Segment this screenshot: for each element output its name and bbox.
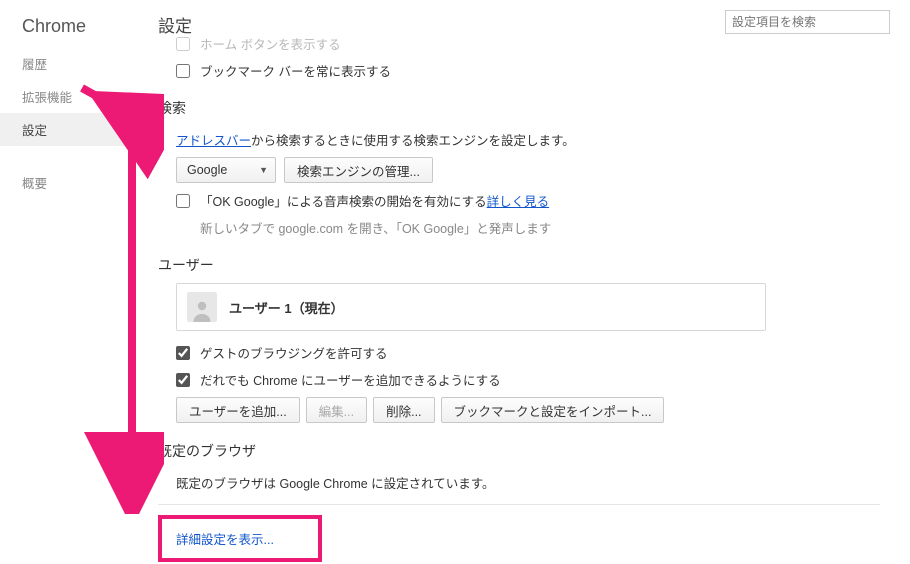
allow-guest-checkbox[interactable] — [176, 346, 190, 360]
allow-add-user-checkbox[interactable] — [176, 373, 190, 387]
show-home-button-label: ホーム ボタンを表示する — [200, 34, 341, 53]
app-name: Chrome — [0, 10, 150, 47]
sidebar-item-history[interactable]: 履歴 — [0, 47, 150, 80]
sidebar: Chrome 履歴 拡張機能 設定 概要 — [0, 0, 150, 199]
users-heading: ユーザー — [158, 241, 880, 283]
add-user-button[interactable]: ユーザーを追加... — [176, 397, 300, 423]
search-description: から検索するときに使用する検索エンジンを設定します。 — [251, 130, 575, 149]
search-engine-select[interactable]: Google — [176, 157, 276, 183]
sidebar-item-about[interactable]: 概要 — [0, 166, 150, 199]
sidebar-item-settings[interactable]: 設定 — [0, 113, 150, 146]
manage-search-engines-button[interactable]: 検索エンジンの管理... — [284, 157, 433, 183]
show-bookmarks-bar-label: ブックマーク バーを常に表示する — [200, 61, 391, 80]
sidebar-item-extensions[interactable]: 拡張機能 — [0, 80, 150, 113]
show-bookmarks-bar-checkbox[interactable] — [176, 64, 190, 78]
import-bookmarks-button[interactable]: ブックマークと設定をインポート... — [441, 397, 665, 423]
show-home-button-checkbox[interactable] — [176, 37, 190, 51]
search-heading: 検索 — [158, 84, 880, 126]
address-bar-link[interactable]: アドレスバー — [176, 130, 251, 149]
allow-add-user-label: だれでも Chrome にユーザーを追加できるようにする — [200, 370, 501, 389]
ok-google-checkbox[interactable] — [176, 194, 190, 208]
edit-user-button[interactable]: 編集... — [306, 397, 367, 423]
person-icon — [190, 298, 214, 322]
annotation-highlight-box: 詳細設定を表示... — [158, 515, 322, 562]
content: ホーム ボタンを表示する ブックマーク バーを常に表示する 検索 アドレスバー … — [158, 30, 880, 562]
current-user-name: ユーザー 1（現在） — [229, 298, 344, 317]
ok-google-hint: 新しいタブで google.com を開き、「OK Google」と発声します — [200, 218, 551, 237]
show-advanced-settings-link[interactable]: 詳細設定を表示... — [176, 533, 274, 547]
allow-guest-label: ゲストのブラウジングを許可する — [200, 343, 388, 362]
ok-google-learn-more-link[interactable]: 詳しく見る — [487, 191, 550, 210]
search-engine-selected: Google — [187, 163, 227, 177]
delete-user-button[interactable]: 削除... — [373, 397, 434, 423]
current-user-card[interactable]: ユーザー 1（現在） — [176, 283, 766, 331]
default-browser-heading: 既定のブラウザ — [158, 427, 880, 469]
ok-google-label: 「OK Google」による音声検索の開始を有効にする — [200, 191, 487, 210]
avatar — [187, 292, 217, 322]
default-browser-status: 既定のブラウザは Google Chrome に設定されています。 — [176, 473, 495, 492]
divider — [158, 504, 880, 505]
